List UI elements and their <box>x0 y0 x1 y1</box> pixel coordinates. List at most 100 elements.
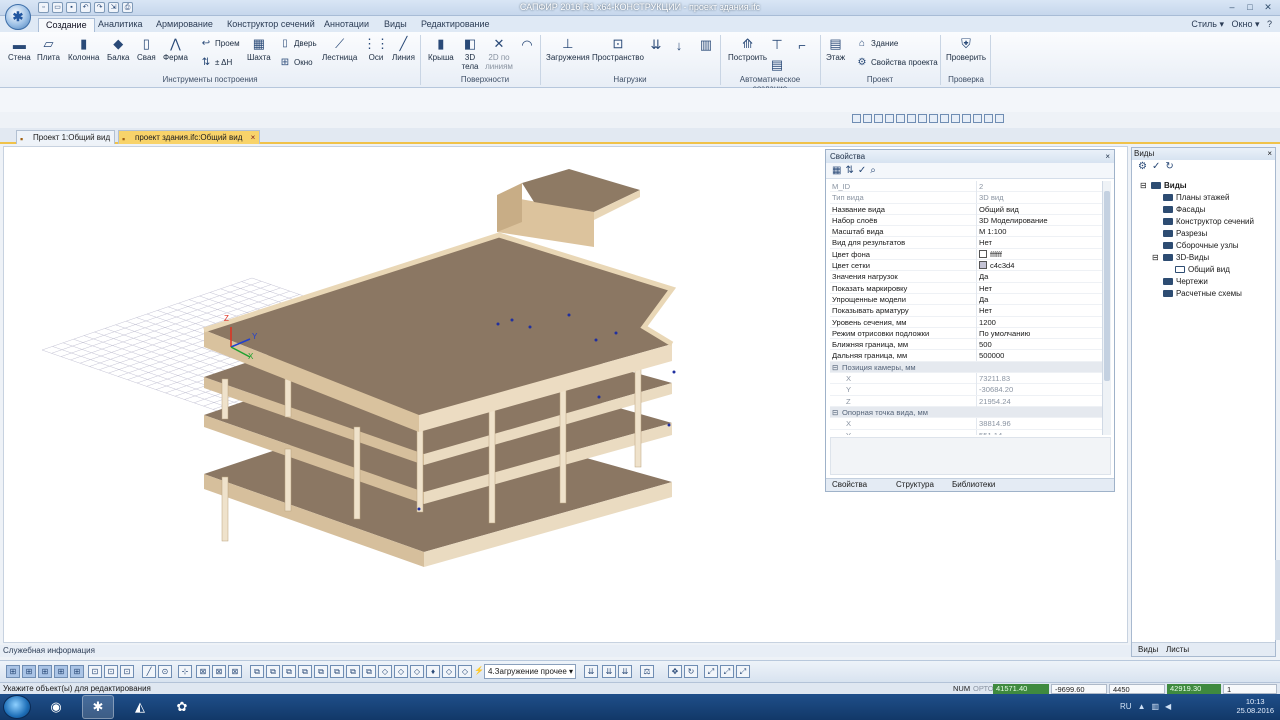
distributed-load-icon[interactable]: ⇊ <box>647 36 665 54</box>
property-row[interactable]: Масштаб вида М 1:100 <box>830 226 1102 238</box>
property-row[interactable]: Ближняя граница, мм 500 <box>830 339 1102 351</box>
snap-icon[interactable]: ⊠ <box>196 665 210 678</box>
load-tool-icon[interactable]: ⇊ <box>602 665 616 678</box>
search-icon[interactable]: ⌕ <box>870 165 876 176</box>
property-value[interactable]: 3D Моделирование <box>976 214 1100 226</box>
property-value[interactable]: М 1:100 <box>976 226 1100 238</box>
load-case-select[interactable]: 4.Загружение прочее <box>484 664 576 679</box>
move-icon[interactable]: ⤢ <box>736 665 750 678</box>
copy-icon[interactable]: ⧉ <box>362 665 376 678</box>
auto-beam-icon[interactable]: ⌐ <box>793 36 811 54</box>
views-tree-item[interactable]: Сборочные узлы <box>1152 241 1239 250</box>
load-area-icon[interactable]: ▥ <box>697 36 715 54</box>
copy-icon[interactable]: ⧉ <box>266 665 280 678</box>
tab-create[interactable]: Создание <box>38 18 95 32</box>
display-icon[interactable]: ◇ <box>394 665 408 678</box>
display-icon[interactable]: ◇ <box>458 665 472 678</box>
zoom-icon[interactable] <box>885 114 894 123</box>
snap-icon[interactable]: ⊠ <box>228 665 242 678</box>
property-row[interactable]: X 73211.83 <box>830 373 1102 385</box>
close-tab-icon[interactable]: × <box>251 133 256 142</box>
display-icon[interactable]: ◇ <box>410 665 424 678</box>
expand-icon[interactable]: ⊟ <box>1152 253 1160 262</box>
views-tree-item[interactable]: Разрезы <box>1152 229 1207 238</box>
display-icon[interactable]: ◇ <box>378 665 392 678</box>
tab-views[interactable]: Виды <box>377 18 414 32</box>
app-menu-button[interactable]: ✱ <box>5 4 31 30</box>
wall-button[interactable]: ▬ Стена <box>8 35 31 63</box>
property-value[interactable]: Нет <box>976 237 1100 249</box>
building-button[interactable]: ⌂ Здание <box>856 37 898 49</box>
property-value[interactable]: 2 <box>976 181 1100 192</box>
column-button[interactable]: ▮ Колонна <box>68 35 99 62</box>
tab-sheets[interactable]: Листы <box>1166 643 1189 656</box>
property-row[interactable]: M_ID 2 <box>830 181 1102 193</box>
new-file-icon[interactable]: ▫ <box>38 2 49 13</box>
property-value[interactable]: ffffff <box>976 248 1100 260</box>
property-value[interactable]: 3D вид <box>976 192 1100 204</box>
build-auto-button[interactable]: ⟰ Построить <box>728 35 767 62</box>
select-mode-icon[interactable]: ⊞ <box>38 665 52 678</box>
property-row[interactable]: Цвет сетки c4c3d4 <box>830 260 1102 272</box>
line-button[interactable]: ╱ Линия <box>392 35 415 62</box>
redo-icon[interactable]: ↷ <box>94 2 105 13</box>
load-tool-icon[interactable]: ⚖ <box>640 665 654 678</box>
clock[interactable]: 10:13 25.08.2016 <box>1236 697 1274 715</box>
scroll-thumb[interactable] <box>1104 191 1110 381</box>
select-mode-icon[interactable]: ⊞ <box>22 665 36 678</box>
rotate-icon[interactable]: ↻ <box>684 665 698 678</box>
tab-section-designer[interactable]: Конструктор сечений <box>220 18 322 32</box>
property-row[interactable]: Режим отрисовки подложки По умолчанию <box>830 327 1102 340</box>
center-snap-icon[interactable]: ⊙ <box>158 665 172 678</box>
property-value[interactable]: 500 <box>976 339 1100 351</box>
select-mode-icon[interactable]: ⊞ <box>6 665 20 678</box>
doc-tab-building[interactable]: ▪ проект здания.ifc:Общий вид × <box>118 130 261 144</box>
view-tool-icon[interactable] <box>929 114 938 123</box>
2d-by-lines-button[interactable]: ✕ 2D по линиям <box>485 35 513 71</box>
right-scrollbar[interactable] <box>1275 560 1280 640</box>
view-tool-icon[interactable] <box>896 114 905 123</box>
point-load-icon[interactable]: ↓ <box>670 36 688 54</box>
property-value[interactable]: c4c3d4 <box>976 260 1100 272</box>
property-value[interactable]: 551.14 <box>976 429 1100 435</box>
property-row[interactable]: Уровень сечения, мм 1200 <box>830 316 1102 328</box>
space-button[interactable]: ⊡ Пространство <box>592 35 644 62</box>
import-icon[interactable]: ⇲ <box>108 2 119 13</box>
property-value[interactable]: 73211.83 <box>976 373 1100 385</box>
window-menu[interactable]: Окно <box>1232 19 1253 29</box>
help-icon[interactable]: ? <box>1267 19 1272 29</box>
undo-icon[interactable]: ↶ <box>80 2 91 13</box>
style-menu[interactable]: Стиль <box>1191 19 1217 29</box>
property-value[interactable]: Да <box>976 293 1100 305</box>
close-icon[interactable]: ✕ <box>1260 1 1276 13</box>
view-tool-icon[interactable] <box>973 114 982 123</box>
truss-button[interactable]: ⋀ Ферма <box>163 35 188 62</box>
select-mode-icon[interactable]: ⊞ <box>70 665 84 678</box>
close-icon[interactable]: × <box>1267 148 1272 160</box>
trim-icon[interactable]: ⊹ <box>178 665 192 678</box>
apply-icon[interactable]: ✓ <box>1152 161 1160 173</box>
slab-button[interactable]: ▱ Плита <box>37 35 60 62</box>
snap-icon[interactable]: ⊡ <box>120 665 134 678</box>
property-row[interactable]: Значения нагрузок Да <box>830 271 1102 283</box>
sapfir-app-icon[interactable]: ✱ <box>82 695 114 719</box>
move-icon[interactable]: ⤢ <box>704 665 718 678</box>
move-icon[interactable]: ⤢ <box>720 665 734 678</box>
auto-axes-icon[interactable]: ⊤ <box>768 36 786 54</box>
move-icon[interactable]: ✥ <box>668 665 682 678</box>
views-tree-item[interactable]: ⊟ Виды <box>1140 181 1187 190</box>
view-tool-icon[interactable] <box>995 114 1004 123</box>
copy-icon[interactable]: ⧉ <box>250 665 264 678</box>
property-row[interactable]: Y -30684.20 <box>830 384 1102 396</box>
copy-icon[interactable]: ⧉ <box>314 665 328 678</box>
apply-icon[interactable]: ✓ <box>858 165 866 176</box>
property-row[interactable]: Z 21954.24 <box>830 395 1102 407</box>
volume-icon[interactable]: ◀ <box>1165 702 1171 711</box>
categorized-icon[interactable]: ▦ <box>832 165 841 176</box>
stairs-button[interactable]: ⟋ Лестница <box>322 35 357 62</box>
tab-libraries[interactable]: Библиотеки <box>952 479 995 491</box>
property-value[interactable]: -30684.20 <box>976 384 1100 396</box>
tab-annotations[interactable]: Аннотации <box>317 18 376 32</box>
sort-alpha-icon[interactable]: ⇅ <box>845 165 853 176</box>
property-row[interactable]: Цвет фона ffffff <box>830 248 1102 261</box>
